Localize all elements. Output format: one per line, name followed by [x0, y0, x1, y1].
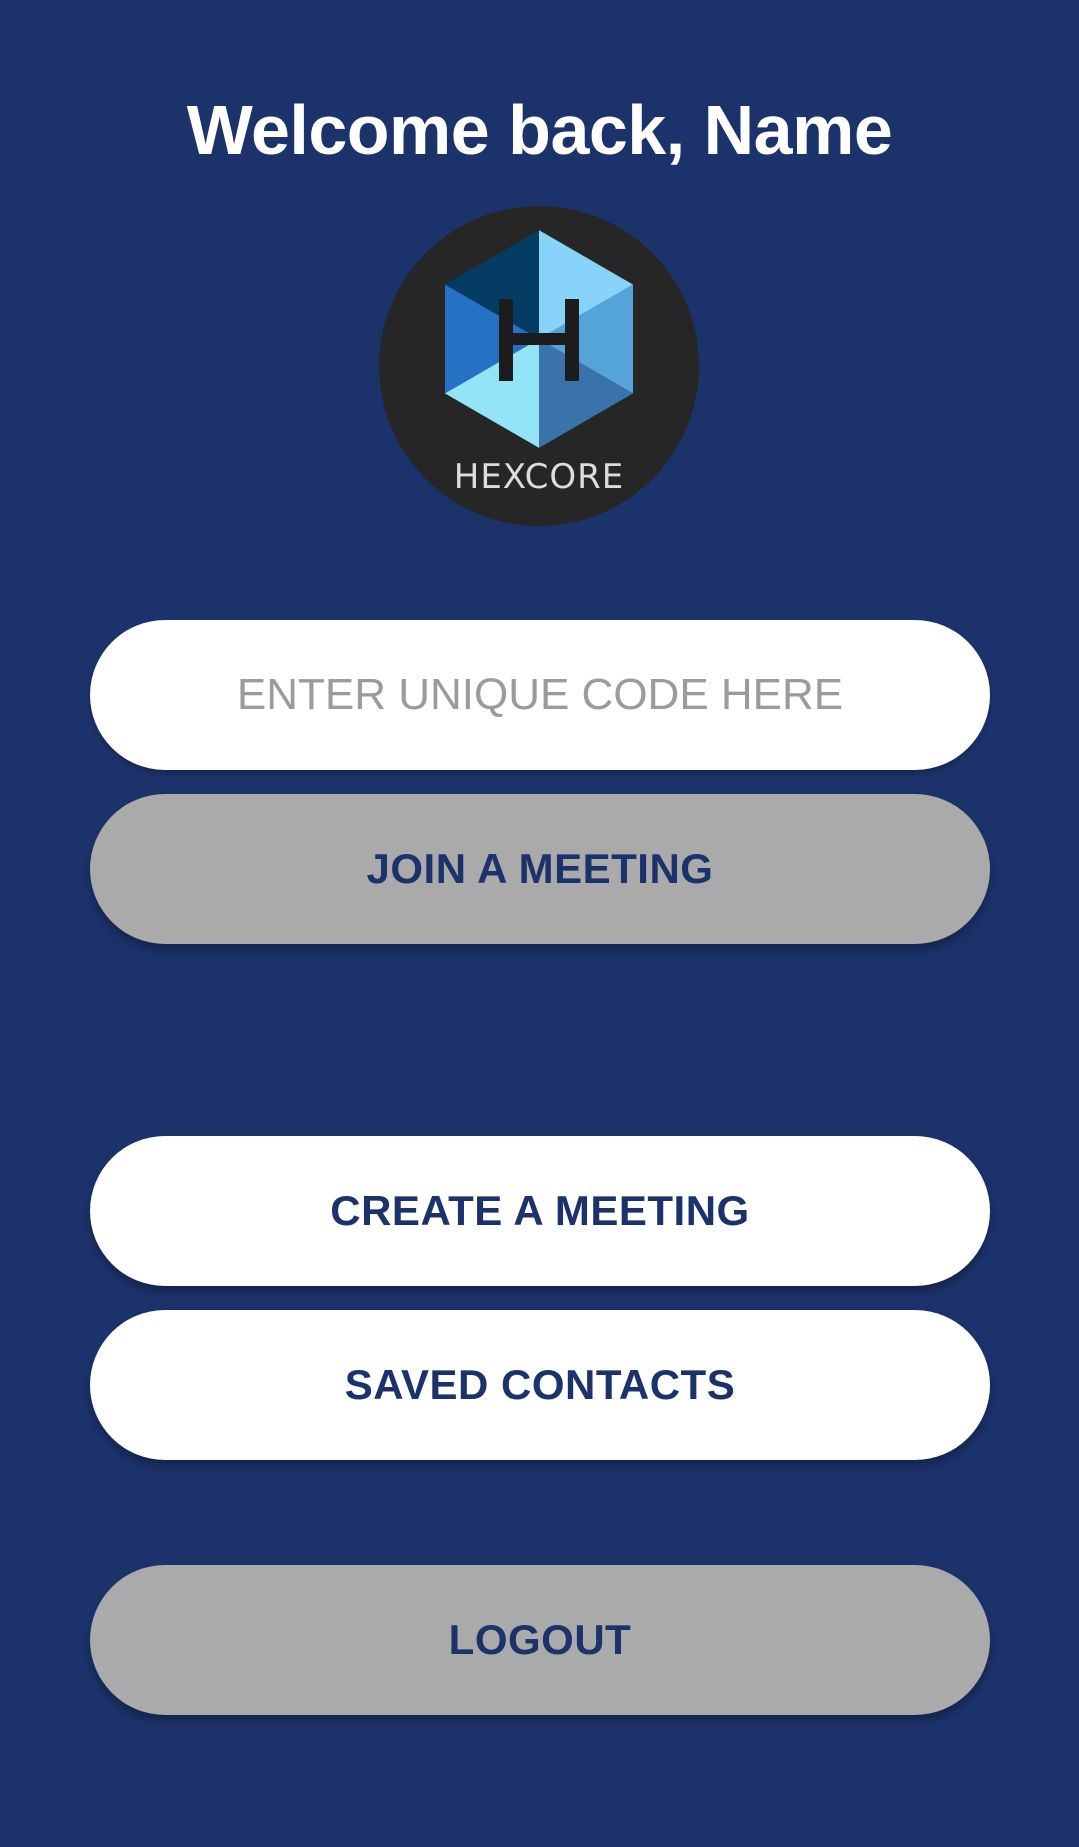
- hexcore-logo: HEXCORE: [379, 206, 699, 526]
- unique-code-input[interactable]: [90, 620, 990, 770]
- saved-contacts-button[interactable]: SAVED CONTACTS: [90, 1310, 990, 1460]
- join-meeting-button[interactable]: JOIN A MEETING: [90, 794, 990, 944]
- logo-brand-text: HEXCORE: [454, 457, 624, 497]
- hexcore-logo-icon: HEXCORE: [379, 206, 699, 526]
- welcome-title: Welcome back, Name: [186, 91, 893, 169]
- create-meeting-button[interactable]: CREATE A MEETING: [90, 1136, 990, 1286]
- logout-button[interactable]: LOGOUT: [90, 1565, 990, 1715]
